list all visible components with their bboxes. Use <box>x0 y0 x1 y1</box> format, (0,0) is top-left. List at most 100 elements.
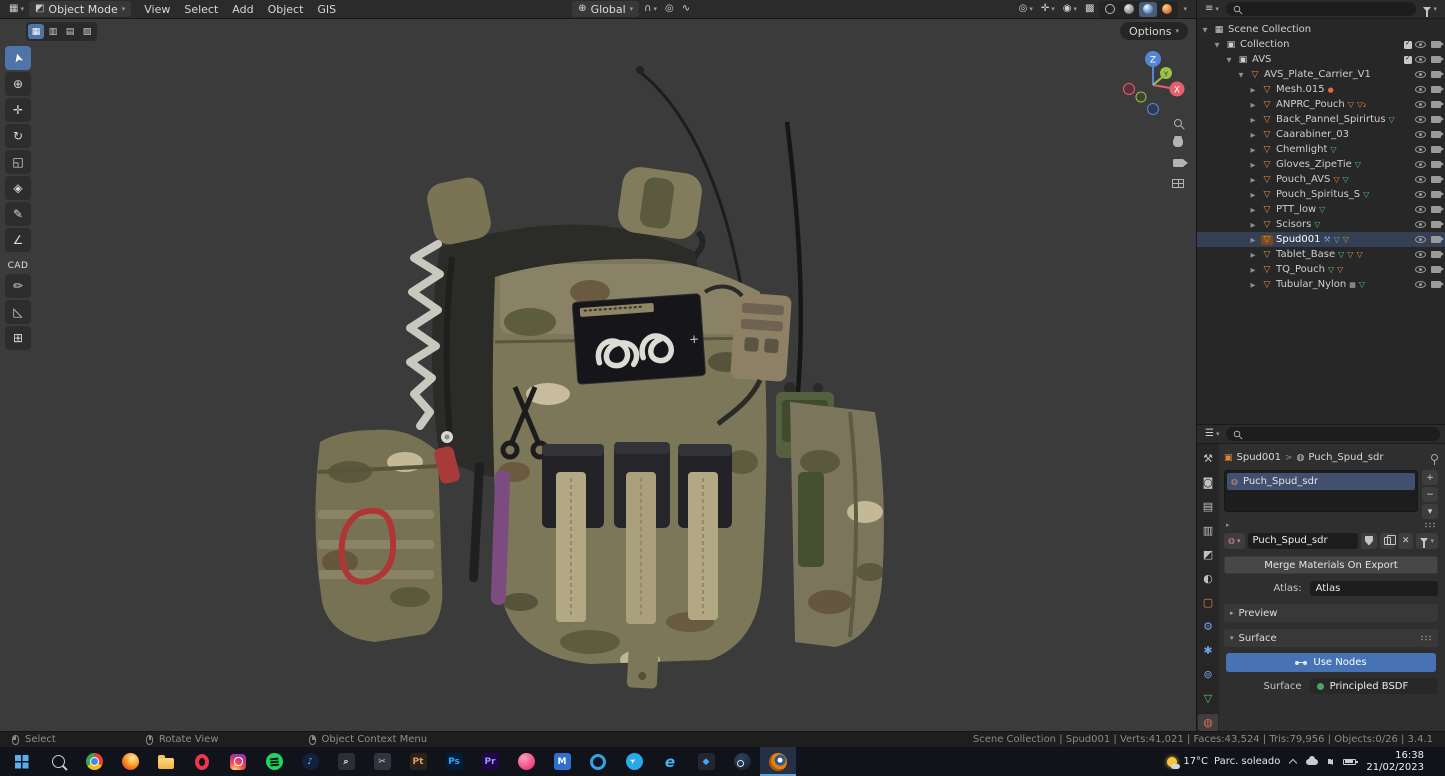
eye-icon[interactable] <box>1415 251 1426 258</box>
bottom-strap[interactable] <box>627 637 660 689</box>
slot-list[interactable]: ◍Puch_Spud_sdr <box>1224 470 1418 512</box>
zoom-icon[interactable] <box>1174 119 1182 127</box>
expand-arrow-icon[interactable]: ▶ <box>1248 131 1258 139</box>
outliner-item[interactable]: ▶▽Pouch_Spiritus_S▽ <box>1197 187 1445 202</box>
breadcrumb-material[interactable]: Puch_Spud_sdr <box>1308 452 1383 463</box>
expand-arrow-icon[interactable]: ▼ <box>1224 56 1234 64</box>
pin-icon[interactable] <box>1431 454 1438 461</box>
checkbox-icon[interactable] <box>1404 41 1412 49</box>
tab-world[interactable]: ◐ <box>1198 570 1218 587</box>
expand-arrow-icon[interactable]: ▶ <box>1248 266 1258 274</box>
menu-gis[interactable]: GIS <box>310 3 343 16</box>
tab-particles[interactable]: ✱ <box>1198 642 1218 659</box>
menu-object[interactable]: Object <box>261 3 311 16</box>
add-slot-button[interactable]: + <box>1422 470 1438 485</box>
search-tool-button[interactable]: ⌕ <box>328 747 364 776</box>
cad-ruler-tool[interactable]: ◺ <box>5 300 31 324</box>
outliner-item[interactable]: ▶▽Back_Pannel_Spirirtus▽ <box>1197 112 1445 127</box>
gizmos-dropdown[interactable]: ✛▾ <box>1038 1 1058 17</box>
slot-specials-button[interactable]: ▾ <box>1422 504 1438 519</box>
expand-arrow-icon[interactable]: ▶ <box>1248 191 1258 199</box>
onedrive-icon[interactable] <box>1306 759 1318 765</box>
camera-icon[interactable] <box>1431 251 1441 258</box>
eye-icon[interactable] <box>1415 71 1426 78</box>
eye-icon[interactable] <box>1415 41 1426 48</box>
move-tool[interactable]: ✛ <box>5 98 31 122</box>
tool-options-button[interactable]: Options ▾ <box>1120 22 1188 40</box>
camera-icon[interactable] <box>1431 71 1441 78</box>
blender-button[interactable] <box>760 747 796 776</box>
chrome-button[interactable] <box>76 747 112 776</box>
steam-button[interactable] <box>724 747 760 776</box>
eye-icon[interactable] <box>1415 146 1426 153</box>
photoshop-button[interactable]: Ps <box>436 747 472 776</box>
premiere-button[interactable]: Pr <box>472 747 508 776</box>
snake-patch[interactable]: + <box>572 294 705 385</box>
expand-arrow-icon[interactable]: ▶ <box>1248 161 1258 169</box>
tab-material[interactable]: ◍ <box>1198 714 1218 731</box>
music-app-button[interactable]: ♪ <box>292 747 328 776</box>
expand-arrow-icon[interactable]: ▶ <box>1248 146 1258 154</box>
eye-icon[interactable] <box>1415 236 1426 243</box>
expand-arrow-icon[interactable]: ▶ <box>1248 86 1258 94</box>
measure-tool[interactable]: ∠ <box>5 228 31 252</box>
outliner-item[interactable]: ▶▽Pouch_AVS▽▽ <box>1197 172 1445 187</box>
camera-icon[interactable] <box>1431 86 1441 93</box>
tab-scene[interactable]: ◩ <box>1198 546 1218 563</box>
internet-explorer-button[interactable]: e <box>652 747 688 776</box>
tab-tool[interactable]: ⚒ <box>1198 450 1218 467</box>
outliner-search[interactable] <box>1226 2 1417 16</box>
camera-icon[interactable] <box>1431 176 1441 183</box>
cad-pencil-tool[interactable]: ✏ <box>5 274 31 298</box>
tab-object[interactable]: ▢ <box>1198 594 1218 611</box>
eye-icon[interactable] <box>1415 266 1426 273</box>
camera-icon[interactable] <box>1431 221 1441 228</box>
proportional-falloff-dropdown[interactable]: ∿ <box>679 1 693 17</box>
outliner-item[interactable]: ▶▽Scisors▽ <box>1197 217 1445 232</box>
swirl-app-button[interactable] <box>580 747 616 776</box>
outliner-item[interactable]: ▶▽TQ_Pouch▽▽ <box>1197 262 1445 277</box>
eye-icon[interactable] <box>1415 86 1426 93</box>
mail-app-button[interactable]: M <box>544 747 580 776</box>
cad-primitive-tool[interactable]: ⊞ <box>5 326 31 350</box>
tray-chevron-icon[interactable] <box>1289 759 1297 767</box>
outliner-item[interactable]: ▶▽Tubular_Nylon▦▽ <box>1197 277 1445 292</box>
camera-view-icon[interactable] <box>1173 159 1184 167</box>
vest-model[interactable]: + <box>290 42 900 702</box>
camera-icon[interactable] <box>1431 281 1441 288</box>
select-mode-button-3[interactable]: ▤ <box>62 24 78 39</box>
menu-select[interactable]: Select <box>177 3 225 16</box>
taskbar-clock[interactable]: 16:38 21/02/2023 <box>1366 750 1424 774</box>
camera-icon[interactable] <box>1431 146 1441 153</box>
weather-widget[interactable]: 17°C Parc. soleado <box>1167 756 1280 767</box>
camera-icon[interactable] <box>1431 161 1441 168</box>
shading-wireframe-button[interactable] <box>1101 2 1119 17</box>
expand-arrow-icon[interactable]: ▼ <box>1200 26 1210 34</box>
pen[interactable] <box>469 462 484 582</box>
snap-toggle[interactable]: ∩▾ <box>641 1 660 17</box>
outliner-item[interactable]: ▶▽Spud001⚒▽▽ <box>1197 232 1445 247</box>
eye-icon[interactable] <box>1415 161 1426 168</box>
eye-icon[interactable] <box>1415 281 1426 288</box>
material-slot[interactable]: ◍Puch_Spud_sdr <box>1227 473 1415 490</box>
media-app-button[interactable] <box>508 747 544 776</box>
eye-icon[interactable] <box>1415 191 1426 198</box>
opera-button[interactable] <box>184 747 220 776</box>
battery-icon[interactable] <box>1343 759 1356 765</box>
tweak-select-tool[interactable]: ➤ <box>5 46 31 70</box>
expand-arrow-icon[interactable]: ▶ <box>1248 221 1258 229</box>
properties-search[interactable] <box>1226 427 1440 441</box>
eye-icon[interactable] <box>1415 116 1426 123</box>
eye-icon[interactable] <box>1415 56 1426 63</box>
breadcrumb-object[interactable]: Spud001 <box>1237 452 1281 463</box>
instagram-button[interactable] <box>220 747 256 776</box>
pan-hand-icon[interactable] <box>1173 139 1183 147</box>
camera-icon[interactable] <box>1431 236 1441 243</box>
outliner-item[interactable]: ▶▽Mesh.015● <box>1197 82 1445 97</box>
outliner-item[interactable]: ▼▣AVS <box>1197 52 1445 67</box>
material-browse-button[interactable]: ◍▾ <box>1224 533 1245 549</box>
eye-icon[interactable] <box>1415 176 1426 183</box>
material-name-field[interactable]: Puch_Spud_sdr <box>1248 533 1358 549</box>
overlays-dropdown[interactable]: ◉▾ <box>1060 1 1080 17</box>
dev-app-button[interactable]: ◆ <box>688 747 724 776</box>
